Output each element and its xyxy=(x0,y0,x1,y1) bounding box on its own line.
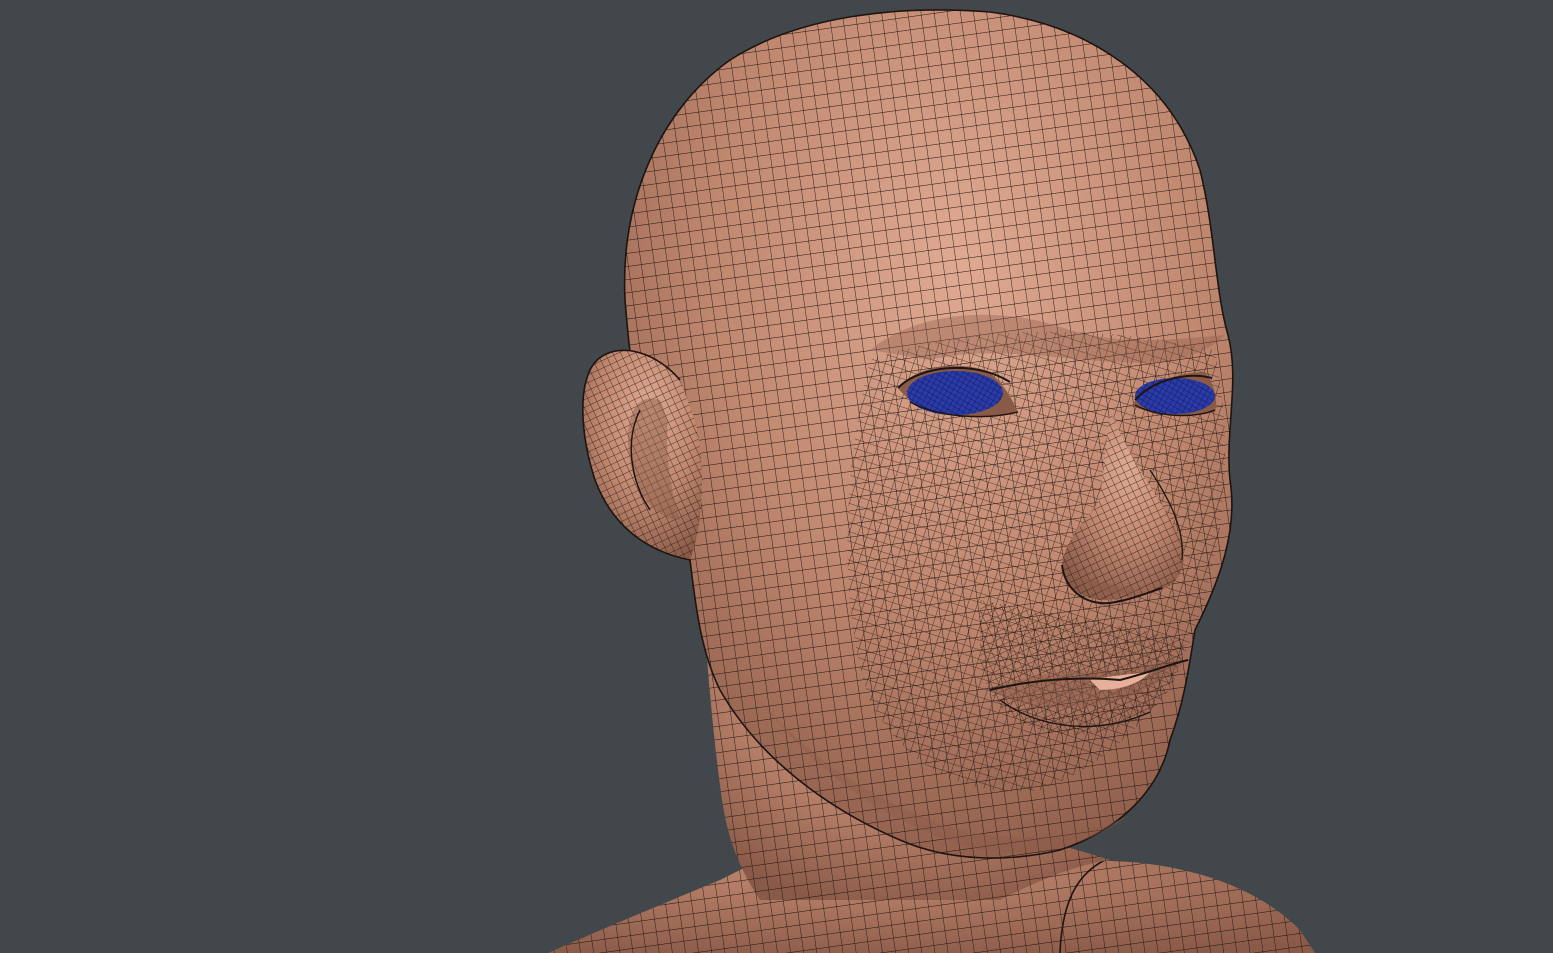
viewport-canvas[interactable] xyxy=(0,0,1553,953)
3d-viewport[interactable] xyxy=(0,0,1553,953)
